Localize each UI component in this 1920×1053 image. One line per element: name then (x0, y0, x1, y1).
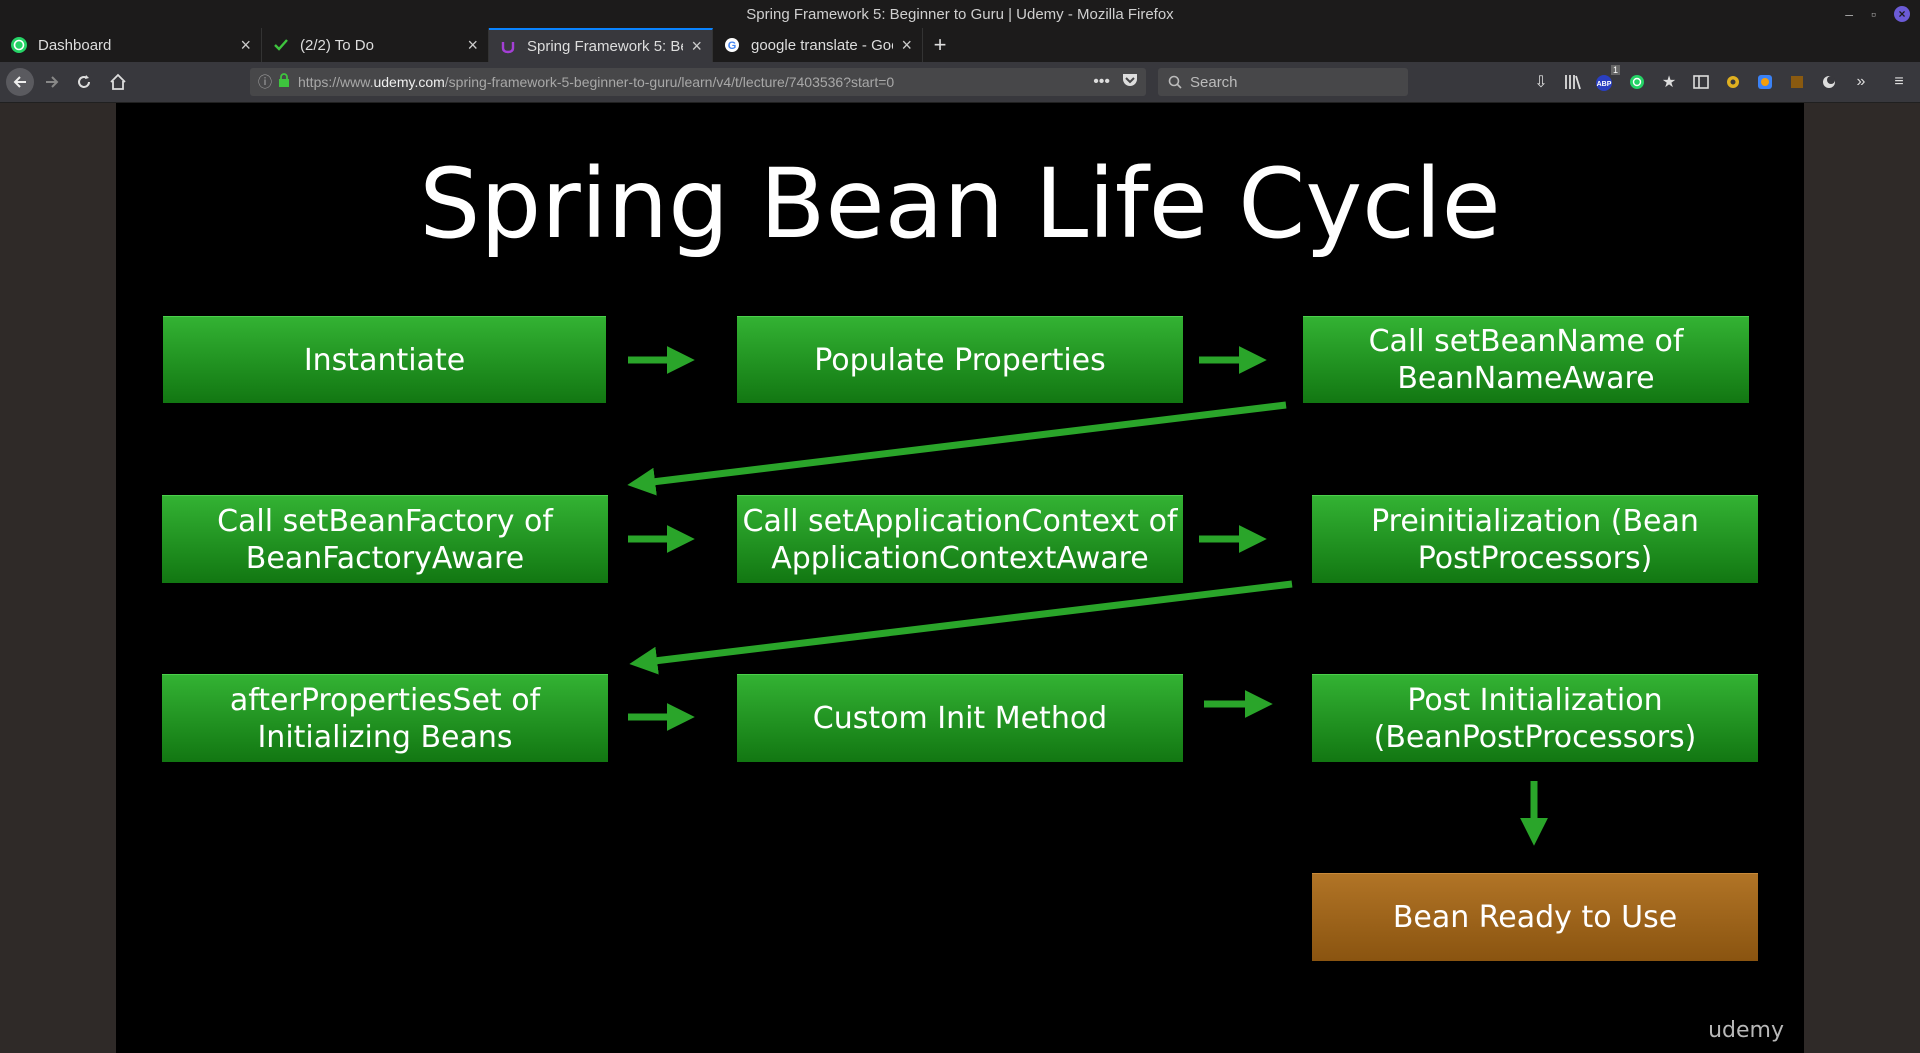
extension-orange-icon[interactable] (1786, 71, 1808, 93)
navigation-toolbar: ⓘ https://www.udemy.com/spring-framework… (0, 62, 1920, 103)
tab-label: (2/2) To Do (300, 36, 374, 54)
tab-label: Spring Framework 5: Beginner to Guru | U… (527, 37, 683, 55)
window-controls: – ▫ × (1845, 4, 1910, 24)
tab-dashboard[interactable]: Dashboard × (0, 28, 262, 62)
search-placeholder: Search (1190, 73, 1238, 91)
arrow-right-icon (46, 76, 59, 88)
svg-text:ABP: ABP (1597, 81, 1612, 88)
maximize-button[interactable]: ▫ (1871, 4, 1876, 24)
close-tab-icon[interactable]: × (901, 35, 912, 56)
whatsapp-extension-icon[interactable] (1626, 71, 1648, 93)
google-icon: G (723, 36, 741, 54)
reload-icon (78, 75, 90, 88)
adblock-icon[interactable]: ABP 1 (1594, 65, 1620, 93)
reload-button[interactable] (70, 68, 98, 96)
step-after-properties-set: afterPropertiesSet of Initializing Beans (162, 674, 608, 762)
lecture-video[interactable]: Spring Bean Life Cycle Instantiate Popul… (116, 103, 1804, 1053)
page-content: Spring Bean Life Cycle Instantiate Popul… (0, 103, 1920, 1053)
info-icon[interactable]: ⓘ (258, 72, 272, 92)
home-button[interactable] (104, 68, 132, 96)
window-title: Spring Framework 5: Beginner to Guru | U… (746, 5, 1174, 23)
search-bar[interactable]: Search (1158, 68, 1408, 96)
step-set-bean-name: Call setBeanName of BeanNameAware (1303, 316, 1749, 403)
close-window-button[interactable]: × (1894, 6, 1910, 22)
extension-dark-icon[interactable] (1818, 71, 1840, 93)
home-icon (110, 73, 126, 90)
checkmark-icon (272, 36, 290, 54)
adblock-badge: 1 (1610, 65, 1620, 75)
library-icon[interactable] (1562, 71, 1584, 93)
tab-bar: Dashboard × (2/2) To Do × Spring Framewo… (0, 28, 1920, 62)
step-preinitialization: Preinitialization (Bean PostProcessors) (1312, 495, 1758, 583)
hamburger-menu-icon[interactable]: ≡ (1888, 71, 1910, 93)
whatsapp-icon (10, 36, 28, 54)
new-tab-button[interactable]: + (923, 28, 957, 62)
lock-icon[interactable] (278, 72, 290, 92)
overflow-menu-icon[interactable]: » (1850, 71, 1872, 93)
step-post-initialization: Post Initialization (BeanPostProcessors) (1312, 674, 1758, 762)
svg-text:G: G (728, 40, 737, 52)
search-icon (1168, 75, 1182, 89)
close-tab-icon[interactable]: × (467, 35, 478, 56)
step-populate-properties: Populate Properties (737, 316, 1183, 403)
url-text[interactable]: https://www.udemy.com/spring-framework-5… (298, 74, 1093, 90)
extension-colorful-icon[interactable] (1754, 71, 1776, 93)
close-tab-icon[interactable]: × (240, 35, 251, 56)
tab-google-translate[interactable]: G google translate - Google Search × (713, 28, 923, 62)
arrow-diagonal (627, 401, 1287, 496)
arrow-left-icon (13, 76, 26, 88)
tab-udemy[interactable]: Spring Framework 5: Beginner to Guru | U… (489, 28, 713, 62)
step-custom-init-method: Custom Init Method (737, 674, 1183, 762)
step-instantiate: Instantiate (163, 316, 606, 403)
step-bean-ready: Bean Ready to Use (1312, 873, 1758, 961)
minimize-button[interactable]: – (1845, 4, 1853, 24)
page-actions-icon[interactable]: ••• (1093, 73, 1110, 91)
back-button[interactable] (6, 68, 34, 96)
udemy-logo: udemy (1708, 1018, 1784, 1043)
forward-button[interactable] (38, 68, 66, 96)
pocket-icon[interactable] (1122, 73, 1138, 92)
url-bar[interactable]: ⓘ https://www.udemy.com/spring-framework… (250, 68, 1146, 96)
step-set-bean-factory: Call setBeanFactory of BeanFactoryAware (162, 495, 608, 583)
tab-label: Dashboard (38, 36, 112, 54)
tab-label: google translate - Google Search (751, 36, 893, 54)
bookmark-star-icon[interactable]: ★ (1658, 71, 1680, 93)
downloads-icon[interactable]: ⇩ (1530, 71, 1552, 93)
sidebar-icon[interactable] (1690, 71, 1712, 93)
step-set-application-context: Call setApplicationContext of Applicatio… (737, 495, 1183, 583)
extension-yellow-icon[interactable] (1722, 71, 1744, 93)
tab-todo[interactable]: (2/2) To Do × (262, 28, 489, 62)
udemy-icon (499, 37, 517, 55)
window-titlebar: Spring Framework 5: Beginner to Guru | U… (0, 0, 1920, 28)
close-tab-icon[interactable]: × (691, 36, 702, 57)
arrow-diagonal (629, 580, 1293, 675)
